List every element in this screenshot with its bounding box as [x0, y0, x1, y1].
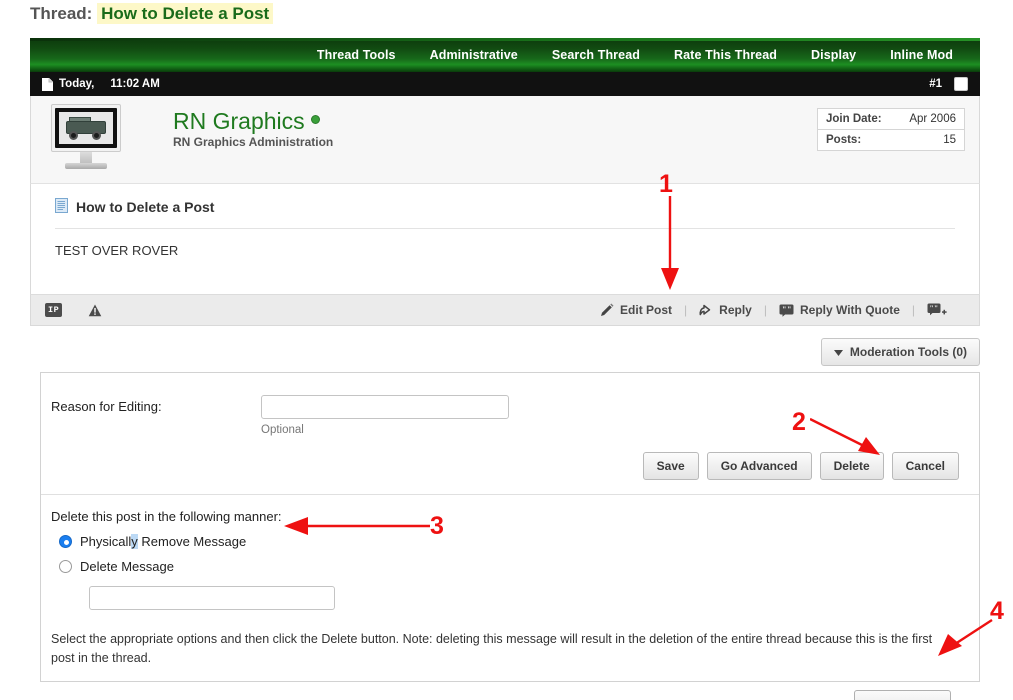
user-title: RN Graphics Administration	[173, 135, 333, 149]
document-icon	[42, 78, 53, 91]
delete-post-row: Delete Post	[41, 668, 979, 700]
post-title-text: How to Delete a Post	[76, 199, 214, 215]
nav-search-thread[interactable]: Search Thread	[535, 48, 657, 62]
ip-icon[interactable]: IP	[45, 303, 62, 317]
nav-display[interactable]: Display	[794, 48, 873, 62]
radio-physically-remove-input[interactable]	[59, 535, 72, 548]
delete-button[interactable]: Delete	[820, 452, 884, 480]
avatar	[47, 102, 125, 180]
annotation-1-number: 1	[659, 170, 673, 199]
thread-nav: Thread Tools Administrative Search Threa…	[300, 48, 980, 62]
post-user-row: RN Graphics RN Graphics Administration J…	[30, 96, 980, 184]
posts-value: 15	[943, 134, 956, 146]
svg-text:": "	[934, 304, 938, 313]
post-container: Thread Tools Administrative Search Threa…	[30, 38, 980, 326]
post-document-icon	[55, 198, 68, 216]
post-number: #1	[929, 78, 942, 90]
svg-text:": "	[782, 305, 786, 314]
thread-toolbar: Thread Tools Administrative Search Threa…	[30, 38, 980, 72]
cancel-button[interactable]: Cancel	[892, 452, 959, 480]
edit-post-label: Edit Post	[620, 303, 672, 317]
reply-with-quote-button[interactable]: "" Reply With Quote	[767, 303, 912, 317]
post-body: TEST OVER ROVER	[49, 229, 961, 284]
username-text: RN Graphics	[173, 108, 305, 134]
radio-physically-remove[interactable]: Physically Remove Message	[59, 534, 979, 549]
radio-delete-message[interactable]: Delete Message	[59, 559, 979, 574]
thread-title: How to Delete a Post	[97, 3, 273, 24]
reply-button[interactable]: Reply	[687, 303, 764, 317]
optional-hint: Optional	[261, 424, 509, 436]
post-actions: Edit Post | Reply | "" Reply With Quote …	[588, 303, 965, 317]
annotation-4-number: 4	[990, 597, 1004, 626]
go-advanced-button[interactable]: Go Advanced	[707, 452, 812, 480]
edit-button-row: Save Go Advanced Delete Cancel	[41, 436, 979, 495]
user-stats: Join Date: Apr 2006 Posts: 15	[817, 108, 965, 151]
page-title: Thread: How to Delete a Post	[30, 4, 273, 24]
delete-post-button[interactable]: Delete Post	[854, 690, 951, 700]
radio-physically-remove-label: Physically Remove Message	[80, 534, 246, 549]
join-date-label: Join Date:	[826, 113, 882, 125]
thread-prefix: Thread:	[30, 4, 92, 23]
nav-rate-this-thread[interactable]: Rate This Thread	[657, 48, 794, 62]
radio-delete-message-label: Delete Message	[80, 559, 174, 574]
land-rover-image	[59, 112, 113, 144]
moderation-tools-wrap: Moderation Tools (0)	[30, 338, 980, 364]
moderation-tools-button[interactable]: Moderation Tools (0)	[821, 338, 980, 366]
reason-for-editing-label: Reason for Editing:	[51, 395, 261, 414]
nav-administrative[interactable]: Administrative	[413, 48, 535, 62]
save-button[interactable]: Save	[643, 452, 699, 480]
delete-note: Select the appropriate options and then …	[41, 610, 979, 668]
delete-reason-input[interactable]	[89, 586, 335, 610]
post-meta-bar: Today, 11:02 AM #1	[30, 72, 980, 96]
stat-row: Join Date: Apr 2006	[818, 109, 964, 129]
reason-for-editing-input[interactable]	[261, 395, 509, 419]
posts-label: Posts:	[826, 134, 861, 146]
post-meta-right: #1	[929, 77, 980, 91]
join-date-value: Apr 2006	[909, 113, 956, 125]
multiquote-plus-button[interactable]: ""	[915, 303, 965, 317]
post-time: 11:02 AM	[110, 78, 159, 90]
post-action-bar: IP Edit Post | Reply | "" Reply With Quo…	[30, 294, 980, 326]
nav-inline-mod[interactable]: Inline Mod	[873, 48, 970, 62]
stat-row: Posts: 15	[818, 129, 964, 150]
delete-post-panel: Reason for Editing: Optional Save Go Adv…	[40, 372, 980, 682]
post-content: How to Delete a Post TEST OVER ROVER	[30, 184, 980, 294]
annotation-3-number: 3	[430, 512, 444, 541]
moderation-tools-label: Moderation Tools (0)	[850, 345, 967, 359]
post-select-checkbox[interactable]	[954, 77, 968, 91]
chevron-down-icon	[834, 345, 843, 359]
annotation-2-number: 2	[792, 408, 806, 437]
reply-with-quote-label: Reply With Quote	[800, 303, 900, 317]
radio-delete-message-input[interactable]	[59, 560, 72, 573]
nav-thread-tools[interactable]: Thread Tools	[300, 48, 413, 62]
reply-label: Reply	[719, 303, 752, 317]
warning-triangle-icon[interactable]	[88, 304, 102, 317]
reason-for-editing-row: Reason for Editing: Optional	[41, 383, 979, 436]
post-day: Today,	[59, 78, 94, 90]
post-title: How to Delete a Post	[55, 198, 955, 229]
svg-text:": "	[787, 305, 791, 314]
username[interactable]: RN Graphics	[173, 108, 320, 135]
edit-post-button[interactable]: Edit Post	[588, 303, 684, 317]
online-status-dot	[311, 115, 320, 124]
page-root: Thread: How to Delete a Post Thread Tool…	[0, 0, 1013, 700]
delete-manner-label: Delete this post in the following manner…	[41, 495, 979, 524]
